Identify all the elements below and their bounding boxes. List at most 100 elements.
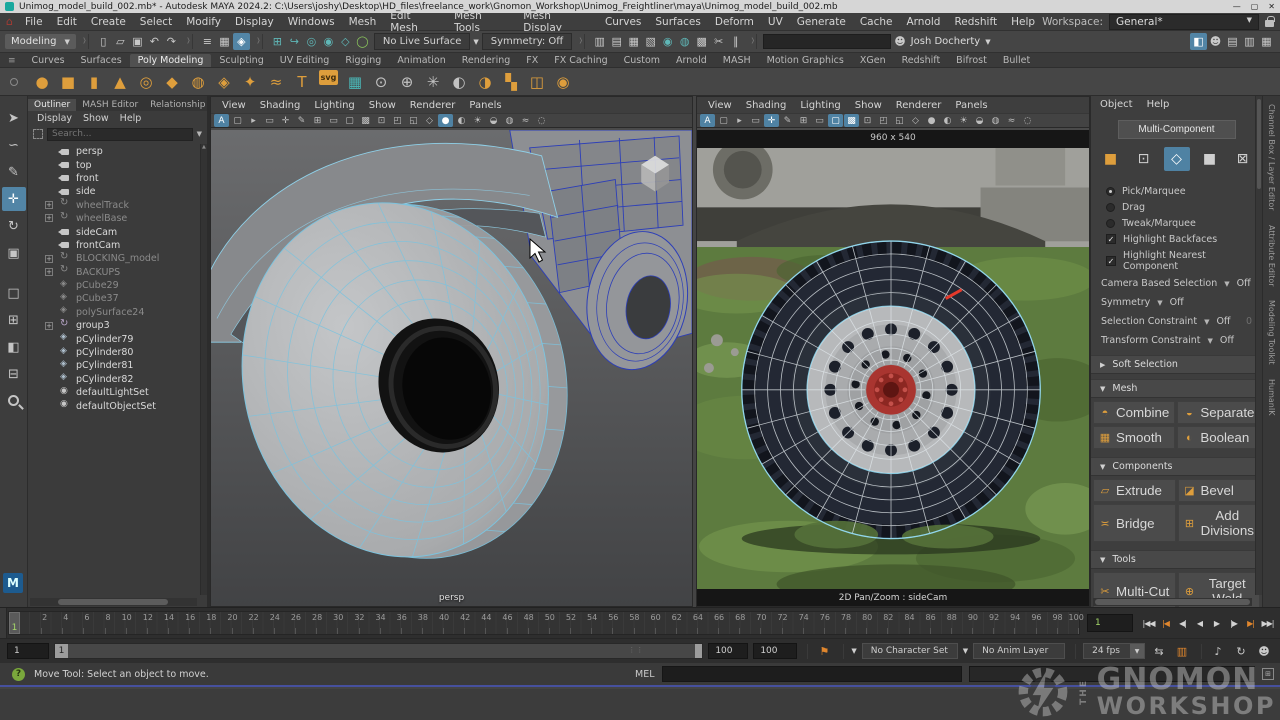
outliner-menu-item[interactable]: Display	[37, 113, 72, 124]
multi-component-button[interactable]: Multi-Component	[1118, 120, 1236, 139]
shelf-tab-uv-editing[interactable]: UV Editing	[272, 54, 338, 67]
display[interactable]: Display	[228, 16, 281, 28]
group-divider[interactable]	[578, 34, 585, 49]
step-back-frame-button[interactable]: ◀|	[1174, 614, 1191, 632]
select-camera-icon[interactable]: A	[214, 114, 229, 127]
shelf-tab-rigging[interactable]: Rigging	[337, 54, 389, 67]
joint-tool-icon[interactable]: ⊙	[369, 70, 393, 94]
sync-icon[interactable]: ↻	[1232, 643, 1250, 660]
poly-cone-icon[interactable]: ▲	[108, 70, 132, 94]
smooth-shade-icon[interactable]: ●	[924, 114, 939, 127]
script-editor-icon[interactable]: ⊞	[1262, 668, 1274, 680]
vertex-mode-icon[interactable]: ⊡	[1131, 147, 1157, 171]
checkbox-option-highlight-backfaces[interactable]: Highlight Backfaces	[1091, 231, 1262, 247]
wireframe-icon[interactable]: ◇	[422, 114, 437, 127]
zoom-tool-icon[interactable]	[8, 395, 19, 406]
timeline-tick[interactable]: 50	[529, 612, 550, 634]
timeline-tick[interactable]: 40	[423, 612, 444, 634]
command-language-label[interactable]: MEL	[635, 669, 655, 680]
mesh-tools[interactable]: Mesh Tools	[447, 10, 516, 34]
timeline-tick[interactable]: 80	[846, 612, 867, 634]
outliner-item-pcube37[interactable]: + pCube37	[28, 292, 207, 305]
help[interactable]: Help	[1004, 16, 1042, 28]
select-by-object-type-icon[interactable]: ▦	[216, 33, 233, 50]
combo-row-symmetry[interactable]: Symmetry▼Off	[1091, 293, 1262, 312]
timeline-tick[interactable]: 10	[106, 612, 127, 634]
poly-disc-icon[interactable]: ◍	[186, 70, 210, 94]
outliner-item-side[interactable]: + side	[28, 185, 207, 198]
mesh-display[interactable]: Mesh Display	[516, 10, 598, 34]
paint-select-tool[interactable]: ✎	[2, 160, 26, 184]
search-options-arrow-icon[interactable]: ▼	[197, 130, 202, 138]
checkbox-option-highlight-nearest-component[interactable]: Highlight Nearest Component	[1091, 247, 1262, 274]
filter-icon[interactable]	[33, 129, 43, 139]
anim-layer-arrow-icon[interactable]: ▼	[963, 647, 968, 655]
smooth-shade-icon[interactable]: ●	[438, 114, 453, 127]
shelf-tab-poly-modeling[interactable]: Poly Modeling	[130, 54, 212, 67]
gate-mask-icon[interactable]: ▩	[358, 114, 373, 127]
toolkit-button-boolean[interactable]: ◐Boolean	[1177, 426, 1260, 449]
play-forwards-button[interactable]: ▶	[1208, 614, 1225, 632]
outliner-item-wheelbase[interactable]: + wheelBase	[28, 212, 207, 225]
toggle-tool-settings-icon[interactable]: ▦	[1258, 33, 1275, 50]
arnold[interactable]: Arnold	[899, 16, 947, 28]
deform[interactable]: Deform	[708, 16, 761, 28]
cut-section-icon[interactable]: ✂	[710, 33, 727, 50]
workspace-dropdown[interactable]: General*▼	[1109, 14, 1259, 30]
outliner-vertical-scrollbar[interactable]	[200, 144, 207, 595]
shelf-tab-custom[interactable]: Custom	[616, 54, 668, 67]
toolkit-horizontal-scrollbar[interactable]	[1093, 598, 1252, 606]
mirror-geometry-icon[interactable]: ◑	[473, 70, 497, 94]
toolkit-menu-item[interactable]: Help	[1147, 99, 1170, 110]
edit[interactable]: Edit	[50, 16, 84, 28]
platonic-solid-icon[interactable]: ◈	[212, 70, 236, 94]
timeline-tick[interactable]: 72	[761, 612, 782, 634]
outliner-horizontal-scrollbar[interactable]	[30, 598, 197, 606]
lock-camera-icon[interactable]: ▢	[230, 114, 245, 127]
select-camera-icon[interactable]: A	[700, 114, 715, 127]
windows[interactable]: Windows	[281, 16, 342, 28]
toggle-modeling-toolkit-icon[interactable]: ◧	[1190, 33, 1207, 50]
timeline-tick[interactable]: 54	[571, 612, 592, 634]
viewport-menu-item[interactable]: Panels	[462, 100, 508, 111]
type-text-icon[interactable]: T	[290, 70, 314, 94]
timeline-tick[interactable]: 98	[1037, 612, 1058, 634]
pause-viewport-icon[interactable]: ∥	[727, 33, 744, 50]
timeline-tick[interactable]: 32	[338, 612, 359, 634]
edge-mode-icon[interactable]: ◇	[1164, 147, 1190, 171]
scale-tool[interactable]: ▣	[2, 241, 26, 265]
field-chart-icon[interactable]: ⊡	[860, 114, 875, 127]
viewport-menu-item[interactable]: Renderer	[889, 100, 949, 111]
anim-layer-dropdown[interactable]: No Anim Layer	[973, 643, 1065, 659]
maya-home-icon[interactable]: ⌂	[6, 15, 13, 28]
generate[interactable]: Generate	[790, 16, 853, 28]
shelf-menu-icon[interactable]: ≡	[8, 56, 16, 66]
rotate-tool[interactable]: ↻	[2, 214, 26, 238]
redo-icon[interactable]: ↷	[163, 33, 180, 50]
panel-tab-mash-editor[interactable]: MASH Editor	[76, 99, 144, 111]
timeline-tick[interactable]: 96	[1015, 612, 1036, 634]
outliner-item-pcylinder82[interactable]: + pCylinder82	[28, 373, 207, 386]
animation-end-field[interactable]: 100	[753, 643, 797, 659]
surfaces[interactable]: Surfaces	[648, 16, 707, 28]
step-forward-key-button[interactable]: ▶|	[1242, 614, 1259, 632]
field-chart-icon[interactable]: ⊡	[374, 114, 389, 127]
select-by-hierarchy-icon[interactable]: ≡	[199, 33, 216, 50]
radio-option-pick-marquee[interactable]: Pick/Marquee	[1091, 183, 1262, 199]
timeline-playhead[interactable]: 1	[9, 612, 20, 634]
edit-mesh[interactable]: Edit Mesh	[383, 10, 447, 34]
timeline-tick[interactable]: 24	[254, 612, 275, 634]
timeline-tick[interactable]: 82	[867, 612, 888, 634]
lights-icon[interactable]: ☀	[470, 114, 485, 127]
poly-torus-icon[interactable]: ◎	[134, 70, 158, 94]
sidebar-tab[interactable]: Attribute Editor	[1267, 225, 1276, 287]
grease-pencil-icon[interactable]: ✎	[780, 114, 795, 127]
timeline-tick[interactable]: 20	[211, 612, 232, 634]
object-details-field[interactable]	[763, 34, 891, 49]
timeline-tick[interactable]: 18	[190, 612, 211, 634]
toggle-attribute-editor-icon[interactable]: ▥	[1241, 33, 1258, 50]
timeline-tick[interactable]: 92	[973, 612, 994, 634]
timeline-grip[interactable]	[0, 608, 7, 638]
panel-tab-relationship[interactable]: Relationship	[144, 99, 207, 111]
safe-title-icon[interactable]: ◱	[406, 114, 421, 127]
